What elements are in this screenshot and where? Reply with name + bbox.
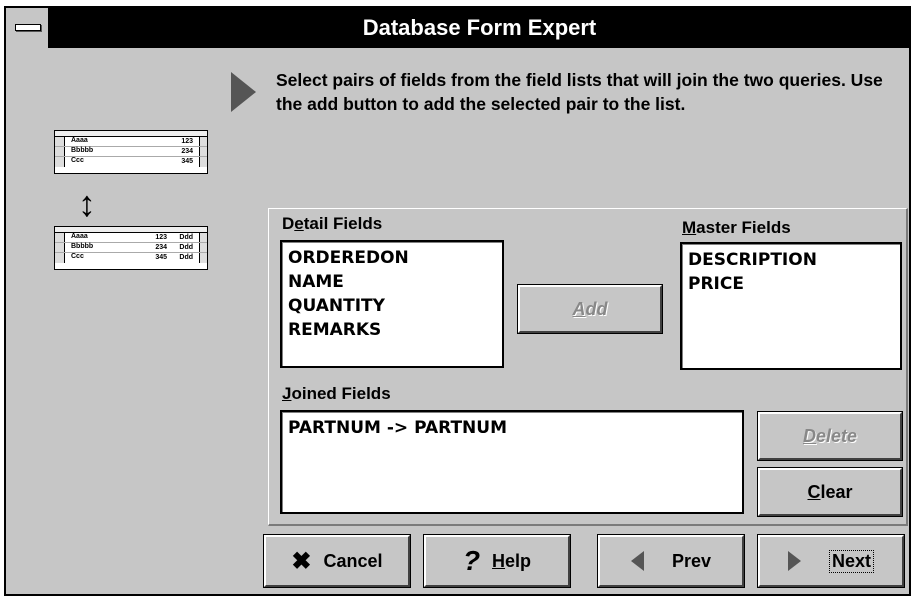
- clear-button[interactable]: Clear: [758, 468, 902, 516]
- x-icon: ✖: [291, 547, 312, 575]
- mini-cell: Bbbbb: [71, 147, 94, 154]
- mini-cell: 123: [181, 138, 193, 145]
- label-mnemonic: M: [682, 218, 697, 237]
- triangle-left-icon: [630, 551, 644, 571]
- mini-cell: Aaaa: [71, 233, 88, 240]
- list-item[interactable]: PARTNUM -> PARTNUM: [288, 416, 736, 440]
- button-label: lear: [820, 481, 853, 502]
- list-item[interactable]: PRICE: [688, 272, 894, 296]
- mini-cell: 234: [181, 148, 193, 155]
- button-label: Cancel: [323, 550, 383, 571]
- mini-cell: Ccc: [71, 253, 84, 260]
- mini-cell: Ddd: [179, 254, 193, 261]
- delete-button[interactable]: Delete: [758, 412, 902, 460]
- list-item[interactable]: NAME: [288, 270, 496, 294]
- database-form-expert-window: Database Form Expert Select pairs of fie…: [4, 6, 911, 596]
- detail-fields-label: Detail Fields: [282, 214, 382, 234]
- list-item[interactable]: DESCRIPTION: [688, 248, 894, 272]
- list-item[interactable]: QUANTITY: [288, 294, 496, 318]
- detail-fields-list[interactable]: ORDEREDON NAME QUANTITY REMARKS: [280, 240, 504, 368]
- button-label: Prev: [671, 550, 712, 571]
- step-pointer-icon: [231, 72, 256, 112]
- list-item[interactable]: ORDEREDON: [288, 246, 496, 270]
- detail-table-illustration: Aaaa 123 Ddd Bbbbb 234 Ddd Ccc 345 Ddd: [54, 226, 208, 270]
- button-mnemonic: D: [802, 425, 816, 446]
- joined-fields-list[interactable]: PARTNUM -> PARTNUM: [280, 410, 744, 514]
- button-mnemonic: C: [807, 481, 821, 502]
- master-fields-label: Master Fields: [682, 218, 791, 238]
- mini-cell: 345: [155, 254, 167, 261]
- mini-cell: Ccc: [71, 157, 84, 164]
- button-label: dd: [585, 298, 608, 319]
- triangle-right-icon: [787, 551, 801, 571]
- button-label: Next: [828, 549, 874, 573]
- mini-cell: Ddd: [179, 234, 193, 241]
- label-mnemonic: e: [294, 214, 304, 233]
- system-menu-icon: [15, 24, 41, 31]
- button-mnemonic: H: [492, 550, 506, 571]
- button-mnemonic: A: [572, 298, 586, 319]
- master-fields-list[interactable]: DESCRIPTION PRICE: [680, 242, 902, 370]
- instruction-text: Select pairs of fields from the field li…: [276, 70, 883, 114]
- next-button[interactable]: Next: [758, 535, 904, 587]
- mini-cell: 345: [181, 158, 193, 165]
- label-part: tail Fields: [303, 214, 383, 233]
- master-table-illustration: Aaaa 123 Bbbbb 234 Ccc 345: [54, 130, 208, 174]
- joined-fields-label: Joined Fields: [282, 384, 391, 404]
- prev-button[interactable]: Prev: [598, 535, 744, 587]
- question-icon: ?: [462, 545, 481, 576]
- label-part: aster Fields: [696, 218, 791, 237]
- window-title: Database Form Expert: [362, 15, 597, 40]
- list-item[interactable]: REMARKS: [288, 318, 496, 342]
- cancel-button[interactable]: ✖ Cancel: [264, 535, 410, 587]
- add-button[interactable]: Add: [518, 285, 662, 333]
- up-down-arrow-icon: ↕: [78, 183, 96, 224]
- label-part: D: [282, 214, 295, 233]
- mini-cell: 234: [155, 244, 167, 251]
- mini-cell: Aaaa: [71, 137, 88, 144]
- mini-cell: 123: [155, 234, 167, 241]
- button-label: elp: [505, 550, 532, 571]
- help-button[interactable]: ? Help: [424, 535, 570, 587]
- system-menu-button[interactable]: [6, 8, 50, 48]
- title-bar[interactable]: Database Form Expert: [6, 8, 909, 48]
- mini-cell: Ddd: [179, 244, 193, 251]
- label-part: oined Fields: [291, 384, 391, 403]
- mini-cell: Bbbbb: [71, 243, 94, 250]
- button-label: elete: [815, 425, 858, 446]
